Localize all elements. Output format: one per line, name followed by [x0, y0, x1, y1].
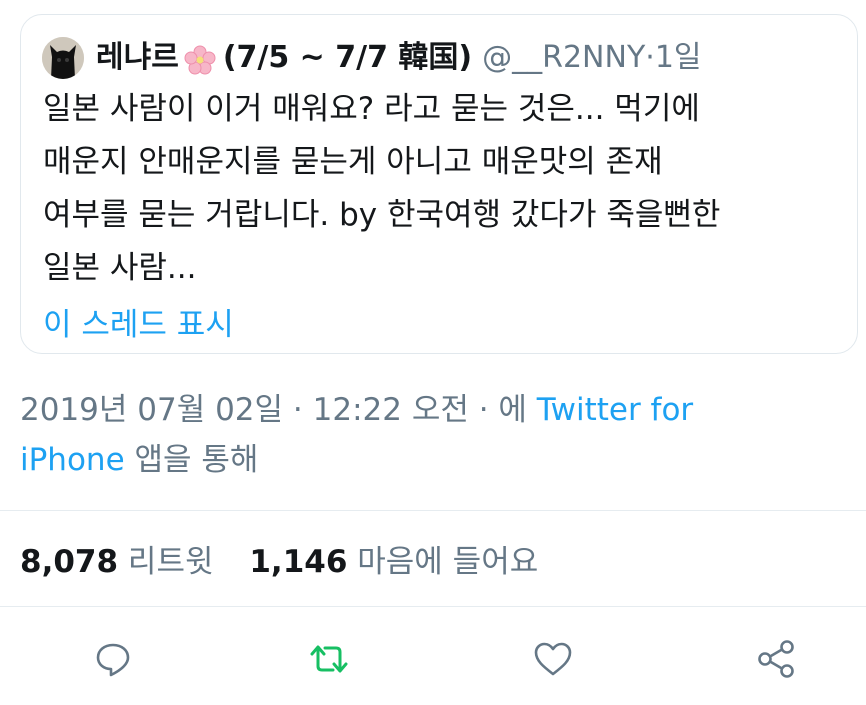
- retweet-icon: [310, 645, 348, 673]
- meta-separator: ·: [283, 392, 313, 428]
- tweet-timestamp-line: 2019년 07월 02일 · 12:22 오전 · 에 Twitter for: [20, 385, 850, 435]
- source-link-continued[interactable]: iPhone: [20, 442, 125, 478]
- tweet-text-line: 여부를 묻는 거랍니다. by 한국여행 갔다가 죽을뻔한: [43, 197, 721, 233]
- source-link[interactable]: Twitter for: [537, 392, 693, 428]
- share-button[interactable]: [754, 636, 800, 682]
- share-icon: [758, 640, 794, 678]
- cherry-blossom-icon: [183, 43, 217, 75]
- tweet-relative-time[interactable]: 1일: [655, 35, 702, 81]
- display-name[interactable]: 레냐르: [96, 35, 179, 81]
- like-stat[interactable]: 1,146 마음에 들어요: [249, 544, 538, 580]
- like-label: 마음에 들어요: [357, 544, 539, 580]
- like-count: 1,146: [249, 544, 348, 580]
- tweet-date[interactable]: 2019년 07월 02일: [20, 392, 283, 428]
- reply-button[interactable]: [90, 636, 136, 682]
- divider: [0, 510, 866, 511]
- retweet-label: 리트윗: [127, 544, 214, 580]
- like-button[interactable]: [530, 636, 576, 682]
- tweet-text: 일본 사람이 이거 매워요? 라고 묻는 것은... 먹기에 매운지 안매운지를…: [43, 83, 843, 295]
- show-thread-link[interactable]: 이 스레드 표시: [43, 302, 234, 348]
- reply-icon: [96, 643, 130, 677]
- heart-icon: [534, 642, 572, 676]
- tweet-text-line: 일본 사람이 이거 매워요? 라고 묻는 것은... 먹기에: [43, 91, 700, 127]
- retweet-button[interactable]: [306, 636, 352, 682]
- black-cat-avatar-icon: [42, 37, 84, 79]
- retweet-count: 8,078: [20, 544, 119, 580]
- tweet-text-line: 매운지 안매운지를 묻는게 아니고 매운맛의 존재: [43, 144, 663, 180]
- time-separator: ·: [645, 40, 655, 75]
- via-prefix: 에: [498, 392, 537, 428]
- display-name-suffix: (7/5 ~ 7/7 韓国): [222, 40, 473, 75]
- user-handle[interactable]: @__R2NNY: [482, 35, 645, 81]
- avatar[interactable]: [42, 37, 84, 79]
- tweet-text-line: 일본 사람...: [43, 250, 197, 286]
- tweet-time[interactable]: 12:22 오전: [313, 392, 469, 428]
- via-suffix: 앱을 통해: [124, 442, 259, 478]
- tweet-source-line: iPhone 앱을 통해: [20, 435, 850, 485]
- tweet-stats: 8,078 리트윗 1,146 마음에 들어요: [20, 537, 538, 587]
- meta-separator: ·: [468, 392, 499, 428]
- retweet-stat[interactable]: 8,078 리트윗: [20, 544, 213, 580]
- quoted-tweet-card[interactable]: 레냐르 (7/5 ~ 7/7 韓国) @__R2NNY · 1일 일본 사람이 …: [20, 14, 858, 354]
- tweet-header: 레냐르 (7/5 ~ 7/7 韓国) @__R2NNY · 1일: [96, 35, 702, 81]
- divider: [0, 606, 866, 607]
